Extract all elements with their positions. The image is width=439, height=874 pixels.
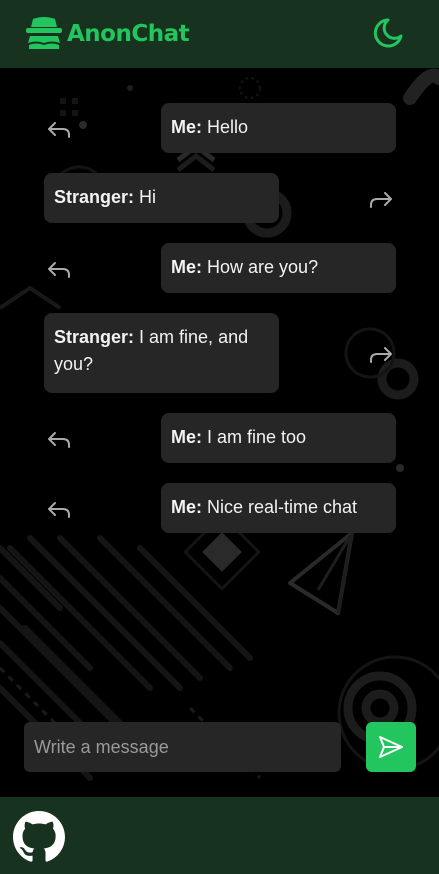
message-sender: Me: bbox=[171, 497, 202, 517]
message-sender: Me: bbox=[171, 117, 202, 137]
message-bubble: Stranger: I am fine, and you? bbox=[44, 313, 279, 393]
message-text: I am fine too bbox=[207, 427, 307, 447]
message-bubble: Stranger: Hi bbox=[44, 173, 279, 223]
send-button[interactable] bbox=[366, 722, 416, 772]
incognito-icon bbox=[26, 17, 62, 49]
github-icon[interactable] bbox=[13, 811, 65, 863]
send-icon bbox=[379, 736, 403, 758]
reply-icon[interactable] bbox=[46, 429, 72, 451]
message-input[interactable] bbox=[24, 722, 341, 772]
app-title: AnonChat bbox=[67, 21, 190, 47]
message-sender: Me: bbox=[171, 427, 202, 447]
message-bubble: Me: How are you? bbox=[161, 243, 396, 293]
reply-icon[interactable] bbox=[46, 119, 72, 141]
message-sender: Me: bbox=[171, 257, 202, 277]
forward-icon[interactable] bbox=[368, 344, 394, 366]
message-text: Hi bbox=[139, 187, 157, 207]
message-text: How are you? bbox=[207, 257, 319, 277]
message-text: Hello bbox=[207, 117, 249, 137]
app-header: AnonChat bbox=[0, 0, 439, 68]
message-sender: Stranger: bbox=[54, 327, 135, 347]
reply-icon[interactable] bbox=[46, 259, 72, 281]
message-bubble: Me: Nice real-time chat bbox=[161, 483, 396, 533]
reply-icon[interactable] bbox=[46, 499, 72, 521]
forward-icon[interactable] bbox=[368, 189, 394, 211]
app-footer bbox=[0, 797, 439, 874]
message-bubble: Me: Hello bbox=[161, 103, 396, 153]
message-composer bbox=[24, 722, 416, 772]
message-bubble: Me: I am fine too bbox=[161, 413, 396, 463]
message-text: Nice real-time chat bbox=[207, 497, 358, 517]
brand[interactable]: AnonChat bbox=[24, 16, 190, 52]
chat-area[interactable]: Me: Hello Stranger: Hi Me: How are you? bbox=[0, 68, 439, 797]
moon-icon[interactable] bbox=[369, 16, 405, 52]
message-sender: Stranger: bbox=[54, 187, 135, 207]
